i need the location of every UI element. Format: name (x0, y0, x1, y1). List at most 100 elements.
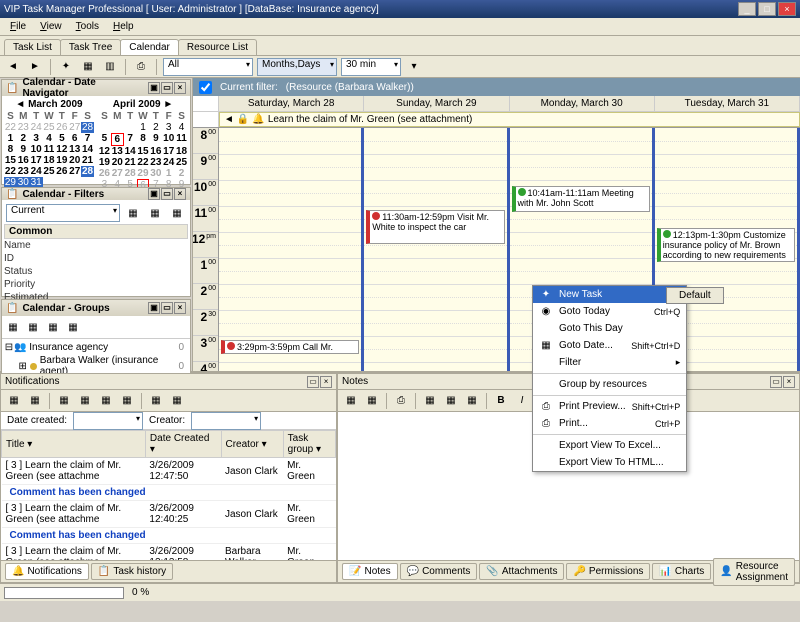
grp-btn3[interactable]: ▦ (44, 318, 62, 336)
notes-tab[interactable]: 💬Comments (400, 563, 478, 580)
filter-current-combo[interactable]: Current (6, 204, 120, 222)
interval-combo[interactable]: 30 min (341, 58, 401, 76)
calendar-day[interactable]: 26 (98, 168, 111, 179)
new-task-icon[interactable]: ✦ (57, 58, 75, 76)
calendar-day[interactable]: 2 (149, 122, 162, 133)
panel-dock-icon[interactable]: ▭ (161, 188, 173, 200)
calendar-day[interactable]: 28 (81, 166, 94, 177)
context-menu-item[interactable]: ⎙Print...Ctrl+P (533, 415, 686, 432)
ntb-a[interactable]: ▦ (342, 392, 360, 410)
calendar-day[interactable]: 12 (98, 146, 111, 157)
calendar-day[interactable]: 11 (43, 144, 56, 155)
calendar-day[interactable]: 11 (175, 133, 188, 146)
menu-view[interactable]: View (34, 20, 68, 33)
ntb-italic-icon[interactable]: I (513, 392, 531, 410)
calendar-day[interactable]: 7 (81, 133, 94, 144)
ntb-1[interactable]: ▦ (5, 392, 23, 410)
panel-pin-icon[interactable]: ▣ (148, 302, 160, 314)
context-menu-item[interactable]: Export View To HTML... (533, 454, 686, 471)
calendar-day[interactable]: 29 (137, 168, 150, 179)
panel-close-icon[interactable]: × (174, 188, 186, 200)
tab-notifications[interactable]: 🔔Notifications (5, 563, 89, 580)
calendar-day[interactable] (98, 122, 111, 133)
creator-combo[interactable] (191, 412, 261, 430)
calendar-day[interactable]: 22 (4, 122, 17, 133)
calendar-day[interactable]: 7 (124, 133, 137, 146)
calendar-day[interactable]: 15 (137, 146, 150, 157)
grp-btn1[interactable]: ▦ (4, 318, 22, 336)
menu-help[interactable]: Help (107, 20, 140, 33)
menu-file[interactable]: File (4, 20, 32, 33)
calendar-day[interactable]: 3 (162, 122, 175, 133)
calendar-day[interactable]: 13 (111, 146, 124, 157)
calendar-day[interactable]: 24 (162, 157, 175, 168)
table-header[interactable]: Creator ▾ (221, 431, 283, 458)
ntb-5[interactable]: ▦ (97, 392, 115, 410)
calendar-day[interactable]: 26 (55, 122, 68, 133)
context-menu-item[interactable]: Export View To Excel... (533, 437, 686, 454)
calendar-day[interactable]: 10 (162, 133, 175, 146)
notes-tab[interactable]: 👤Resource Assignment (713, 558, 795, 586)
calendar-day[interactable]: 17 (30, 155, 43, 166)
filter-field-row[interactable]: Name (4, 239, 188, 252)
calendar-day[interactable]: 20 (111, 157, 124, 168)
calendar-day[interactable]: 17 (162, 146, 175, 157)
context-menu-item[interactable]: Goto This Day (533, 320, 686, 337)
close-button[interactable]: × (778, 2, 796, 16)
ntb-3[interactable]: ▦ (55, 392, 73, 410)
calendar-day[interactable]: 3 (30, 133, 43, 144)
calendar-day[interactable]: 23 (17, 122, 30, 133)
default-button[interactable]: Default (666, 287, 724, 304)
date-created-combo[interactable] (73, 412, 143, 430)
calendar-day[interactable]: 21 (81, 155, 94, 166)
calendar-day[interactable]: 23 (17, 166, 30, 177)
panel-dock-icon[interactable]: ▭ (307, 376, 319, 388)
panel-close-icon[interactable]: × (320, 376, 332, 388)
calendar-day[interactable]: 2 (17, 133, 30, 144)
ntb-6[interactable]: ▦ (118, 392, 136, 410)
calendar-day[interactable]: 25 (43, 166, 56, 177)
ntb-bold-icon[interactable]: B (492, 392, 510, 410)
ntb-7[interactable]: ▦ (147, 392, 165, 410)
filter-field-row[interactable]: Priority (4, 278, 188, 291)
day-column[interactable]: 11:30am-12:59pm Visit Mr. White to inspe… (364, 128, 509, 371)
day-header[interactable]: Tuesday, March 31 (655, 96, 800, 111)
table-row[interactable]: [ 3 ] Learn the claim of Mr. Green (see … (2, 501, 336, 528)
nav-fwd-button[interactable]: ► (26, 58, 44, 76)
viewmode-combo[interactable]: Months,Days (257, 58, 337, 76)
table-header[interactable]: Task group ▾ (283, 431, 335, 458)
panel-close-icon[interactable]: × (783, 376, 795, 388)
ntb-c[interactable]: ▦ (421, 392, 439, 410)
calendar-day[interactable]: 24 (30, 166, 43, 177)
panel-close-icon[interactable]: × (174, 302, 186, 314)
tab-task-tree[interactable]: Task Tree (60, 39, 121, 55)
ntb-4[interactable]: ▦ (76, 392, 94, 410)
panel-dock-icon[interactable]: ▭ (161, 302, 173, 314)
calendar-day[interactable]: 10 (30, 144, 43, 155)
day-header[interactable]: Saturday, March 28 (219, 96, 364, 111)
menu-tools[interactable]: Tools (70, 20, 105, 33)
calendar-day[interactable]: 19 (98, 157, 111, 168)
calendar-day[interactable]: 8 (137, 133, 150, 146)
allday-event[interactable]: ◄ 🔒 🔔 Learn the claim of Mr. Green (see … (219, 112, 800, 127)
print-icon[interactable]: ⎙ (132, 58, 150, 76)
ntb-e[interactable]: ▦ (463, 392, 481, 410)
table-header[interactable]: Date Created ▾ (145, 431, 221, 458)
tree-root[interactable]: ⊟👥 Insurance agency0 (4, 341, 188, 354)
context-menu-item[interactable]: ✦New TaskIns (533, 286, 686, 303)
grp-btn2[interactable]: ▦ (24, 318, 42, 336)
notes-tab[interactable]: 📊Charts (652, 563, 711, 580)
ntb-b[interactable]: ▦ (363, 392, 381, 410)
view-day-icon[interactable]: ▦ (79, 58, 97, 76)
calendar-day[interactable]: 14 (124, 146, 137, 157)
context-menu-item[interactable]: ◉Goto TodayCtrl+Q (533, 303, 686, 320)
calendar-day[interactable]: 1 (162, 168, 175, 179)
calendar-day[interactable]: 18 (175, 146, 188, 157)
calendar-day[interactable]: 27 (68, 166, 81, 177)
calendar-day[interactable]: 24 (30, 122, 43, 133)
ntb-8[interactable]: ▦ (168, 392, 186, 410)
calendar-day[interactable]: 16 (17, 155, 30, 166)
calendar-day[interactable]: 5 (55, 133, 68, 144)
context-menu-item[interactable]: Group by resources (533, 376, 686, 393)
calendar-day[interactable]: 22 (4, 166, 17, 177)
